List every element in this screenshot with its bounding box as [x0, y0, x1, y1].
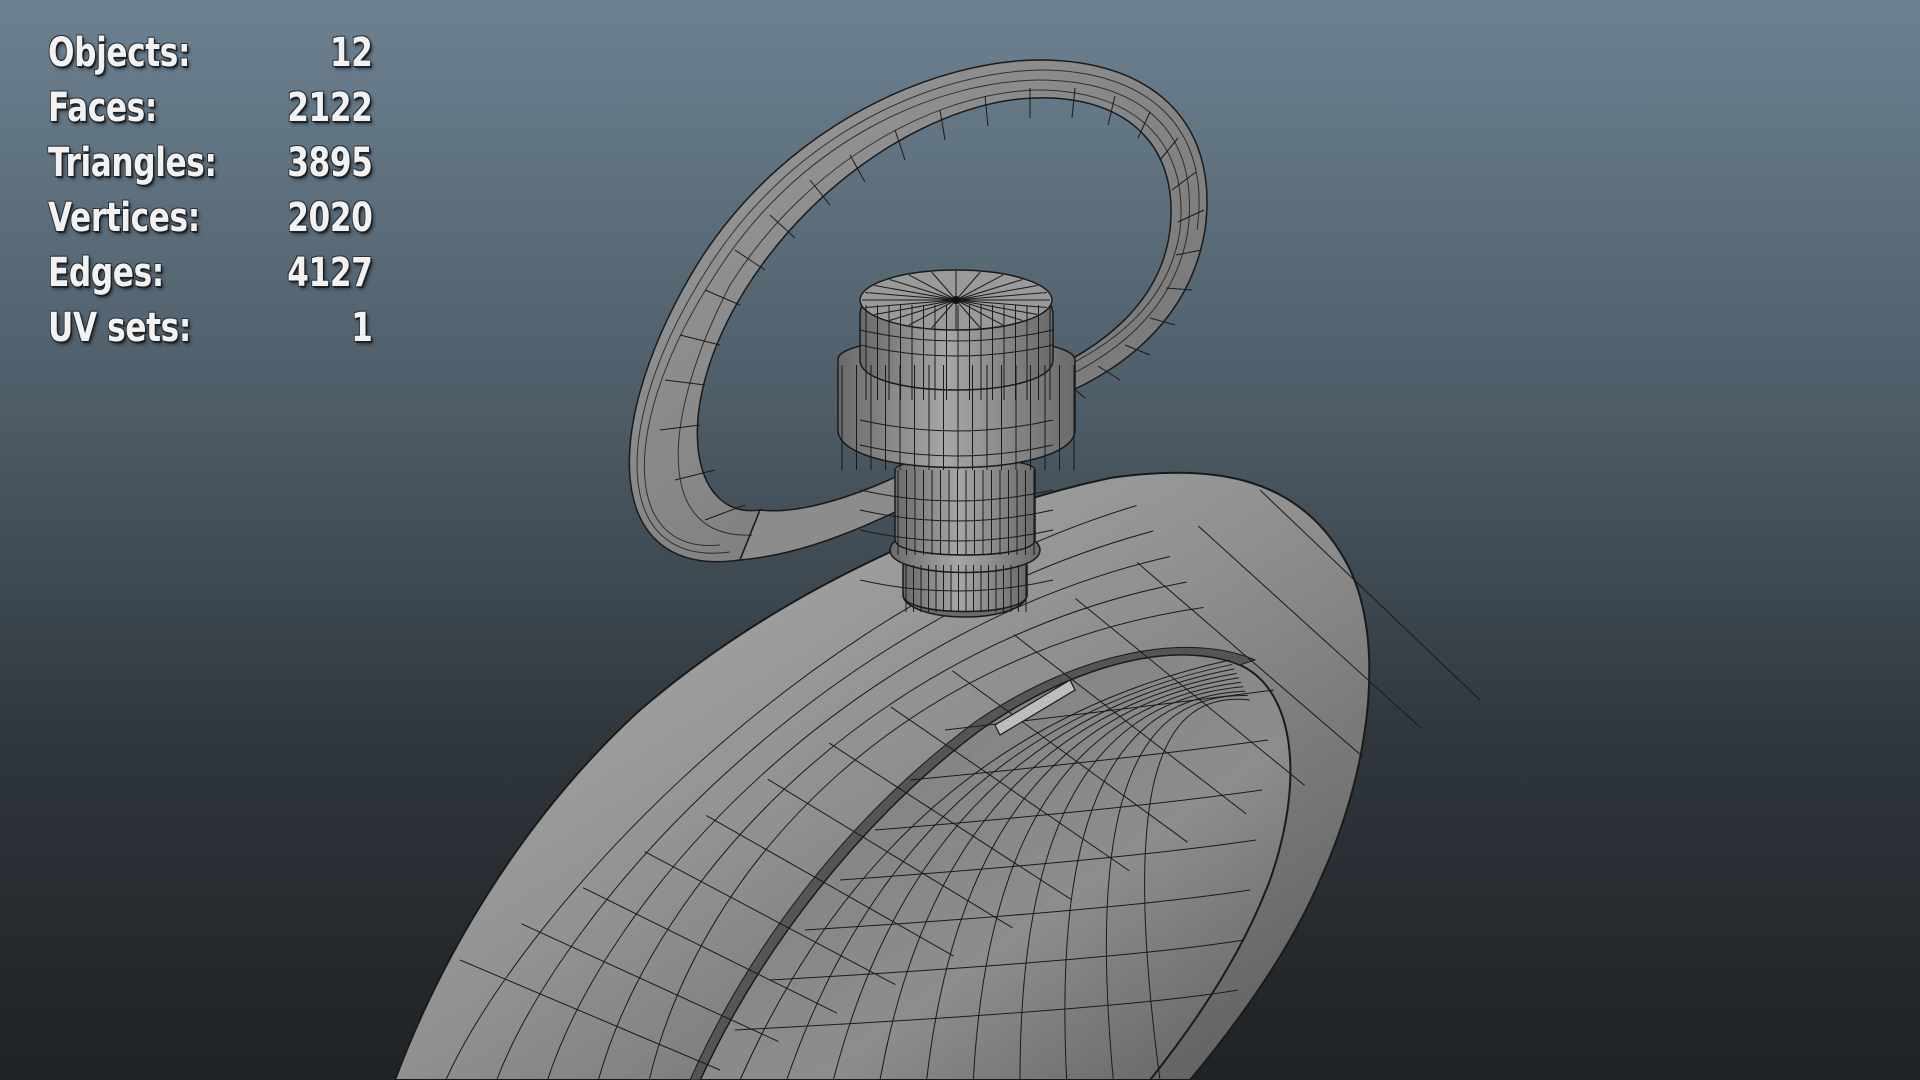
hud-row-triangles: Triangles: 3895: [48, 140, 373, 195]
hud-row-objects: Objects: 12: [48, 30, 373, 85]
poly-count-hud: Objects: 12 Faces: 2122 Triangles: 3895 …: [48, 30, 373, 360]
hud-label: UV sets:: [48, 305, 191, 351]
3d-viewport[interactable]: Objects: 12 Faces: 2122 Triangles: 3895 …: [0, 0, 1920, 1080]
hud-value: 12: [329, 30, 373, 76]
hud-value: 1: [351, 305, 373, 351]
hud-row-vertices: Vertices: 2020: [48, 195, 373, 250]
hud-row-uv-sets: UV sets: 1: [48, 305, 373, 360]
hud-label: Vertices:: [48, 195, 200, 241]
hud-value: 2122: [287, 85, 373, 131]
hud-label: Edges:: [48, 250, 164, 296]
hud-value: 4127: [287, 250, 373, 296]
hud-label: Faces:: [48, 85, 157, 131]
hud-row-faces: Faces: 2122: [48, 85, 373, 140]
hud-label: Objects:: [48, 30, 191, 76]
hud-row-edges: Edges: 4127: [48, 250, 373, 305]
hud-label: Triangles:: [48, 140, 217, 186]
hud-value: 3895: [287, 140, 373, 186]
hud-value: 2020: [287, 195, 373, 241]
